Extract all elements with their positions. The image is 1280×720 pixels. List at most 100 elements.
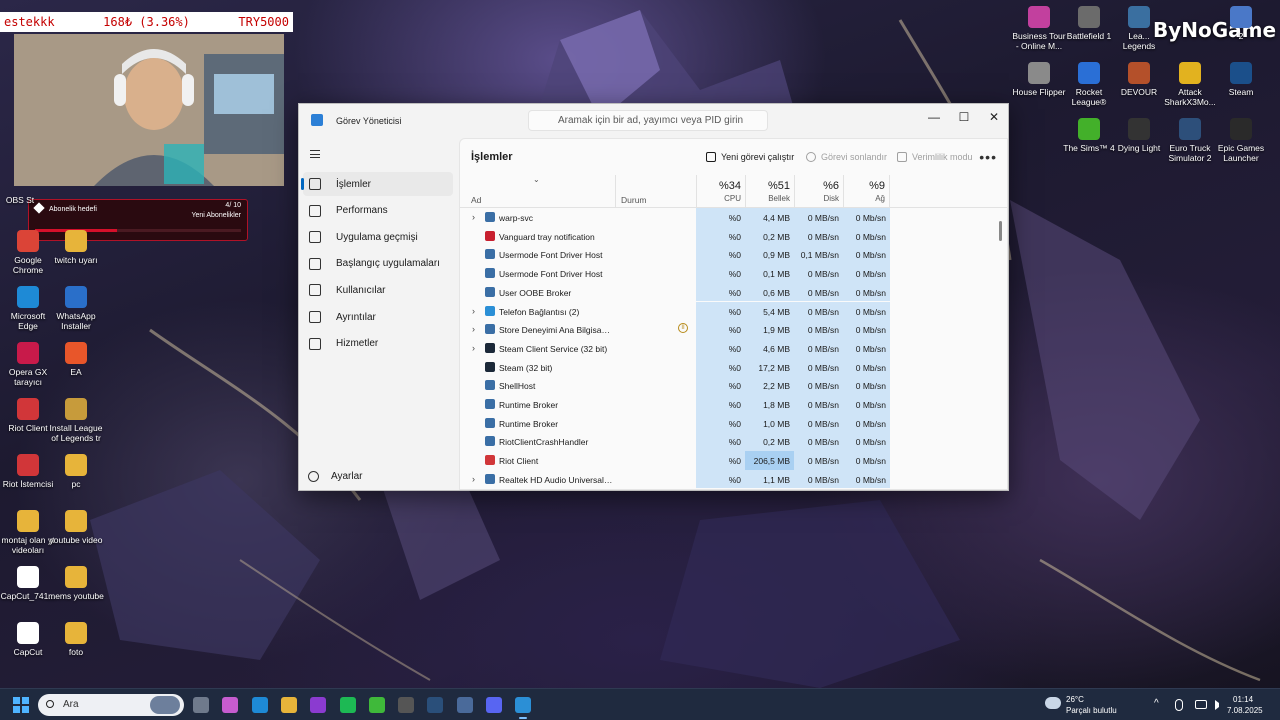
nav-item[interactable]: Kullanıcılar xyxy=(303,278,453,302)
desktop-icon[interactable]: EA xyxy=(48,342,104,377)
end-task-button[interactable]: Görevi sonlandır xyxy=(806,152,887,162)
title-bar[interactable]: Görev Yöneticisi Aramak için bir ad, yay… xyxy=(299,104,1008,138)
table-row[interactable]: Runtime Broker %0 1,0 MB 0 MB/sn 0 Mb/sn xyxy=(460,413,1007,433)
efficiency-mode-button[interactable]: Verimlilik modu xyxy=(897,152,973,162)
run-new-task-button[interactable]: Yeni görevi çalıştır xyxy=(706,152,794,162)
xbox-icon[interactable] xyxy=(368,697,385,713)
chevron-right-icon[interactable]: › xyxy=(472,324,475,334)
microphone-icon[interactable] xyxy=(1175,699,1183,711)
desktop-icon[interactable]: foto xyxy=(48,622,104,657)
nav-item[interactable]: Performans xyxy=(303,199,453,223)
desktop-icon[interactable]: youtube video xyxy=(48,510,104,545)
chevron-right-icon[interactable]: › xyxy=(472,474,475,484)
table-row[interactable]: Runtime Broker %0 1,8 MB 0 MB/sn 0 Mb/sn xyxy=(460,395,1007,414)
task-view-icon[interactable] xyxy=(193,697,209,713)
column-header-network[interactable]: %9 Ağ xyxy=(843,175,890,207)
nav-item[interactable]: Ayrıntılar xyxy=(303,305,453,329)
close-button[interactable]: ✕ xyxy=(979,107,1008,127)
table-row[interactable]: › warp-svc %0 4,4 MB 0 MB/sn 0 Mb/sn xyxy=(460,208,1007,227)
spotify-icon[interactable] xyxy=(339,697,356,713)
opera-gx-icon[interactable] xyxy=(310,697,327,713)
table-row[interactable]: › Store Deneyimi Ana Bilgisayarı... II %0 1,… xyxy=(460,320,1007,339)
table-row[interactable]: › Telefon Bağlantısı (2) %0 5,4 MB 0 MB/sn 0 … xyxy=(460,301,1007,321)
volume-icon[interactable] xyxy=(1215,700,1225,710)
clock-date[interactable]: 7.08.2025 xyxy=(1227,706,1263,715)
table-row[interactable]: User OOBE Broker %0 0,6 MB 0 MB/sn 0 Mb/sn xyxy=(460,282,1007,302)
steam-icon[interactable] xyxy=(427,697,444,713)
desktop-icon[interactable]: WhatsApp Installer xyxy=(48,286,104,331)
chevron-right-icon[interactable]: › xyxy=(472,212,475,222)
nav-item[interactable]: Uygulama geçmişi xyxy=(303,225,453,249)
league-icon xyxy=(65,398,87,420)
search-input[interactable]: Aramak için bir ad, yayımcı veya PID gir… xyxy=(528,110,768,131)
process-net-value: 0 Mb/sn xyxy=(855,418,886,429)
desktop-icon[interactable]: Epic Games Launcher xyxy=(1213,118,1269,163)
desktop-icon[interactable]: Attack SharkX3Mo... xyxy=(1162,62,1218,107)
desktop-icon[interactable]: Business Tour - Online M... xyxy=(1011,6,1067,51)
table-row[interactable]: Usermode Font Driver Host %0 0,9 MB 0,1 MB/… xyxy=(460,245,1007,265)
desktop-icon[interactable]: House Flipper xyxy=(1011,62,1067,97)
desktop-icon[interactable]: Battlefield 1 xyxy=(1061,6,1117,41)
column-header-memory[interactable]: %51 Bellek xyxy=(745,175,794,207)
settings-app-icon[interactable] xyxy=(456,697,473,713)
desktop-icon[interactable]: mems youtube xyxy=(48,566,104,601)
desktop-icon[interactable]: The Sims™ 4 xyxy=(1061,118,1117,153)
column-header-name[interactable]: ⌄ Ad xyxy=(460,175,615,207)
desktop-icon[interactable]: Rocket League® xyxy=(1061,62,1117,107)
process-mem-value: 4,4 MB xyxy=(763,213,790,223)
table-row[interactable]: Steam (32 bit) %0 17,2 MB 0 MB/sn 0 Mb/sn xyxy=(460,357,1007,377)
desktop-icon[interactable]: pc xyxy=(48,454,104,489)
table-row[interactable]: › Steam Client Service (32 bit) %0 4,6 MB 0 … xyxy=(460,338,1007,358)
nav-item[interactable]: İşlemler xyxy=(301,172,453,196)
chevron-right-icon[interactable]: › xyxy=(472,343,475,353)
column-header-cpu[interactable]: %34 CPU xyxy=(696,175,745,207)
process-disk-value: 0 MB/sn xyxy=(807,306,839,317)
desktop-icon[interactable]: twitch uyarı xyxy=(48,230,104,265)
maximize-button[interactable]: ☐ xyxy=(949,107,979,127)
weather-temp[interactable]: 26°C xyxy=(1066,695,1084,704)
hamburger-menu-icon[interactable] xyxy=(310,150,320,158)
desktop-icon[interactable]: Euro Truck Simulator 2 xyxy=(1162,118,1218,163)
nav-item[interactable]: Başlangıç uygulamaları xyxy=(303,252,453,276)
table-row[interactable]: › Realtek HD Audio Universal Se... %0 1,1 M… xyxy=(460,469,1007,489)
windows-start-icon[interactable] xyxy=(13,697,29,713)
obs-desktop-label[interactable]: OBS St xyxy=(0,195,40,205)
weather-cloud-icon[interactable] xyxy=(1045,697,1061,709)
performance-icon xyxy=(309,204,321,217)
column-header-status[interactable]: Durum xyxy=(615,175,696,207)
settings-nav-item[interactable]: Ayarlar xyxy=(308,471,363,482)
desktop-icon[interactable]: Install League of Legends tr xyxy=(48,398,104,443)
task-manager-icon[interactable] xyxy=(515,697,532,719)
processes-panel: İşlemler Yeni görevi çalıştır Görevi son… xyxy=(459,138,1008,490)
nav-item[interactable]: Hizmetler xyxy=(303,332,453,356)
desktop-icon[interactable]: DEVOUR xyxy=(1111,62,1167,97)
tray-overflow-chevron-icon[interactable]: ^ xyxy=(1154,698,1159,709)
table-row[interactable]: RiotClientCrashHandler %0 0,2 MB 0 MB/sn 0 M… xyxy=(460,432,1007,452)
desktop-icon[interactable]: Dying Light xyxy=(1111,118,1167,153)
scrollbar-thumb[interactable] xyxy=(999,221,1002,241)
desktop-icon-label: WhatsApp Installer xyxy=(56,311,96,331)
column-header-disk[interactable]: %6 Disk xyxy=(794,175,843,207)
file-explorer-icon[interactable] xyxy=(280,697,297,713)
clock-time[interactable]: 01:14 xyxy=(1233,695,1253,704)
weather-desc[interactable]: Parçalı bulutlu xyxy=(1066,706,1117,715)
copilot-icon[interactable] xyxy=(222,697,239,713)
process-mem-value: 0,2 MB xyxy=(763,437,790,448)
desktop-icon[interactable]: Lea... Legends xyxy=(1111,6,1167,51)
desktop-icon[interactable]: 2 xyxy=(1213,6,1269,41)
table-row[interactable]: ShellHost %0 2,2 MB 0 MB/sn 0 Mb/sn xyxy=(460,376,1007,395)
chevron-right-icon[interactable]: › xyxy=(472,306,475,316)
folder-icon xyxy=(65,566,87,588)
end-task-icon xyxy=(806,152,816,162)
discord-icon[interactable] xyxy=(486,697,502,713)
edge-icon[interactable] xyxy=(251,697,268,713)
desktop-icon-label: Business Tour - Online M... xyxy=(1012,31,1066,51)
table-row[interactable]: Riot Client %0 206,5 MB 0 MB/sn 0 Mb/sn xyxy=(460,451,1007,470)
network-icon[interactable] xyxy=(1195,700,1207,709)
obs-icon[interactable] xyxy=(398,697,415,713)
minimize-button[interactable]: — xyxy=(919,107,949,127)
table-row[interactable]: Vanguard tray notification %0 0,2 MB 0 MB/s… xyxy=(460,226,1007,246)
desktop-icon[interactable]: Steam xyxy=(1213,62,1269,97)
more-options-icon[interactable]: ••• xyxy=(979,149,997,165)
table-row[interactable]: Usermode Font Driver Host %0 0,1 MB 0 MB/sn… xyxy=(460,264,1007,283)
